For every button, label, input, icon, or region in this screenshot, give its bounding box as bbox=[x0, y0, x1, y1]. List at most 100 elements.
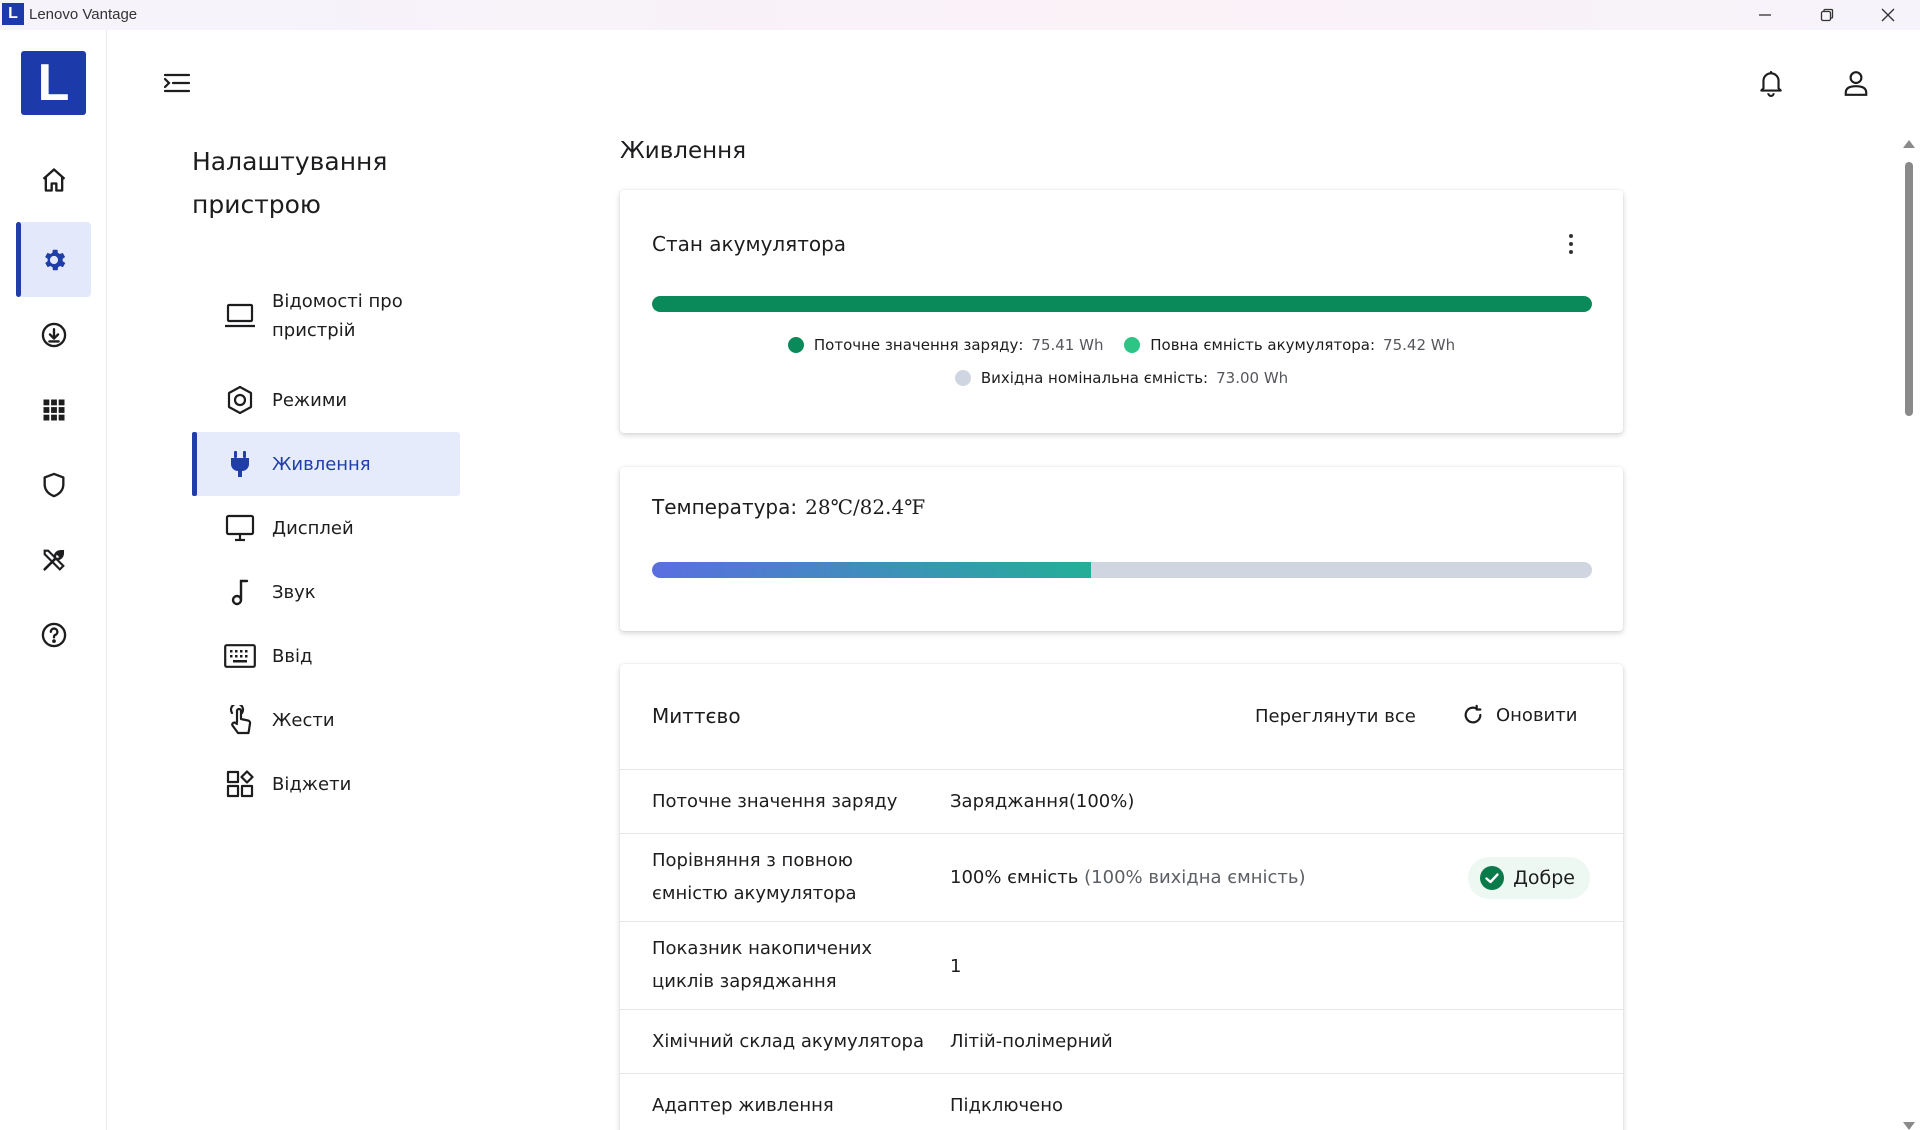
status-badge: Добре bbox=[1468, 857, 1590, 899]
nav-item-device-info[interactable]: Відомості про пристрій bbox=[192, 280, 460, 352]
nav-item-label: Відомості про пристрій bbox=[272, 291, 403, 341]
user-icon bbox=[1844, 71, 1868, 96]
rail-tools[interactable] bbox=[16, 522, 91, 597]
row-value: Літій-полімерний bbox=[950, 1031, 1113, 1052]
legend-design-capacity: Вихідна номінальна ємність: 73.00 Wh bbox=[954, 369, 1288, 387]
nav-item-input[interactable]: Ввід bbox=[192, 624, 460, 688]
help-icon bbox=[41, 622, 66, 647]
touch-icon bbox=[224, 704, 256, 736]
instant-card-header: Миттєво Переглянути все Оновити bbox=[620, 664, 1623, 770]
rail-downloads[interactable] bbox=[16, 297, 91, 372]
row-value: Підключено bbox=[950, 1095, 1064, 1116]
nav-item-gestures[interactable]: Жести bbox=[192, 688, 460, 752]
nav-item-label: Дисплей bbox=[272, 517, 354, 539]
rail-security[interactable] bbox=[16, 447, 91, 522]
music-note-icon bbox=[224, 576, 256, 608]
minimize-icon bbox=[1759, 14, 1771, 16]
legend-current-charge: Поточне значення заряду: 75.41 Wh bbox=[787, 336, 1103, 354]
left-rail: L bbox=[0, 30, 107, 1130]
gear-icon bbox=[44, 249, 65, 270]
restore-icon bbox=[1820, 8, 1834, 22]
download-icon bbox=[41, 322, 66, 347]
battery-status-card: Стан акумулятора Поточне значення заряду… bbox=[620, 190, 1623, 433]
nav-item-label: Режими bbox=[272, 389, 348, 411]
nav-item-label: Живлення bbox=[272, 453, 371, 475]
temperature-bar-fill bbox=[652, 562, 1091, 578]
row-label: Хімічний склад акумулятора bbox=[652, 1031, 924, 1052]
shield-icon bbox=[43, 472, 64, 497]
nav-item-label: Звук bbox=[272, 581, 316, 603]
row-value: 100% ємність (100% вихідна ємність) bbox=[950, 867, 1306, 888]
page-title: Живлення bbox=[620, 138, 747, 164]
card-title: Миттєво bbox=[652, 704, 741, 728]
home-icon bbox=[42, 167, 65, 192]
battery-legend-row2: Вихідна номінальна ємність: 73.00 Wh bbox=[620, 369, 1623, 390]
row-value: 1 bbox=[950, 956, 962, 977]
table-row: Адаптер живлення Підключено bbox=[620, 1074, 1623, 1130]
refresh-icon bbox=[1464, 704, 1482, 724]
nav-item-sound[interactable]: Звук bbox=[192, 560, 460, 624]
nav-item-label: Ввід bbox=[272, 645, 313, 667]
tools-icon bbox=[42, 549, 65, 571]
row-label: Адаптер живлення bbox=[652, 1095, 834, 1116]
section-nav: Відомості про пристрій Режими Живлення Д… bbox=[192, 280, 460, 816]
widgets-icon bbox=[224, 768, 256, 800]
hexagon-icon bbox=[224, 384, 256, 416]
minimize-button[interactable] bbox=[1735, 0, 1795, 30]
close-button[interactable] bbox=[1858, 0, 1918, 30]
legend-full-capacity: Повна ємність акумулятора: 75.42 Wh bbox=[1124, 336, 1455, 354]
plug-icon bbox=[224, 448, 256, 480]
table-row: Порівняння з повною ємністю акумулятора … bbox=[620, 834, 1623, 922]
check-circle-icon bbox=[1480, 866, 1505, 890]
title-bar: L Lenovo Vantage bbox=[0, 0, 1920, 30]
account-button[interactable] bbox=[1839, 66, 1873, 100]
row-label: Порівняння з повною ємністю акумулятора bbox=[652, 850, 857, 904]
temperature-label: Температура: bbox=[652, 495, 798, 519]
row-label: Поточне значення заряду bbox=[652, 791, 898, 812]
table-row: Поточне значення заряду Заряджання(100%) bbox=[620, 770, 1623, 834]
row-label: Показник накопичених циклів заряджання bbox=[652, 938, 873, 992]
rail-device-settings[interactable] bbox=[16, 222, 91, 297]
table-row: Хімічний склад акумулятора Літій-полімер… bbox=[620, 1010, 1623, 1074]
close-icon bbox=[1881, 8, 1895, 22]
more-options-button[interactable] bbox=[1567, 234, 1575, 254]
nav-item-display[interactable]: Дисплей bbox=[192, 496, 460, 560]
temperature-value: 28℃/82.4℉ bbox=[805, 495, 926, 519]
window-title: Lenovo Vantage bbox=[29, 6, 138, 23]
apps-grid-icon bbox=[43, 399, 64, 420]
instant-info-card: Миттєво Переглянути все Оновити Поточне … bbox=[620, 664, 1623, 1130]
temperature-readout: Температура: 28℃/82.4℉ bbox=[652, 495, 925, 519]
laptop-icon bbox=[224, 300, 256, 332]
app-icon: L bbox=[2, 3, 24, 25]
card-title: Стан акумулятора bbox=[652, 232, 847, 256]
restore-button[interactable] bbox=[1797, 0, 1857, 30]
nav-item-label: Жести bbox=[272, 709, 335, 731]
table-row: Показник накопичених циклів заряджання 1 bbox=[620, 922, 1623, 1010]
section-title: Налаштування пристрою bbox=[192, 147, 388, 219]
view-all-button[interactable]: Переглянути все bbox=[1255, 706, 1416, 727]
monitor-icon bbox=[224, 512, 256, 544]
rail-home[interactable] bbox=[16, 142, 91, 217]
scroll-down-arrow[interactable] bbox=[1903, 1122, 1915, 1130]
battery-legend-row1: Поточне значення заряду: 75.41 Wh Повна … bbox=[620, 336, 1623, 357]
battery-bar bbox=[652, 296, 1592, 312]
nav-item-modes[interactable]: Режими bbox=[192, 368, 460, 432]
menu-toggle-button[interactable] bbox=[160, 68, 194, 98]
rail-help[interactable] bbox=[16, 597, 91, 672]
scroll-up-arrow[interactable] bbox=[1903, 140, 1915, 148]
nav-item-label: Віджети bbox=[272, 773, 352, 795]
lenovo-logo[interactable]: L bbox=[21, 51, 86, 115]
menu-collapse-icon bbox=[164, 73, 190, 93]
temperature-card: Температура: 28℃/82.4℉ bbox=[620, 467, 1623, 631]
temperature-bar bbox=[652, 562, 1592, 578]
row-value: Заряджання(100%) bbox=[950, 791, 1135, 812]
keyboard-icon bbox=[224, 640, 256, 672]
nav-item-widgets[interactable]: Віджети bbox=[192, 752, 460, 816]
notifications-button[interactable] bbox=[1754, 66, 1788, 100]
refresh-button[interactable]: Оновити bbox=[1462, 704, 1577, 726]
battery-bar-fill bbox=[652, 296, 1592, 312]
rail-apps[interactable] bbox=[16, 372, 91, 447]
bell-icon bbox=[1760, 71, 1782, 97]
nav-item-power[interactable]: Живлення bbox=[192, 432, 460, 496]
scrollbar-thumb[interactable] bbox=[1905, 162, 1913, 416]
